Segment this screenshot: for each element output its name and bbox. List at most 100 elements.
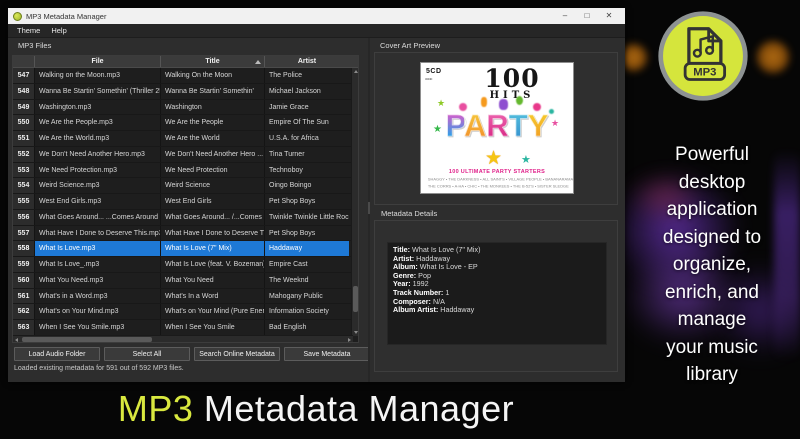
cell-num: 553	[13, 163, 35, 178]
cell-artist: Bad English	[265, 320, 349, 335]
cell-file: What Have I Done to Deserve This.mp3	[35, 226, 161, 241]
button-search-online-metadata[interactable]: Search Online Metadata	[194, 347, 280, 361]
table-row[interactable]: 560What You Need.mp3What You NeedThe Wee…	[13, 273, 358, 289]
minimize-button[interactable]: –	[554, 8, 576, 24]
maximize-button[interactable]: □	[576, 8, 598, 24]
table-row[interactable]: 547Walking on the Moon.mp3Walking On the…	[13, 68, 358, 84]
table-row[interactable]: 551We Are the World.mp3We Are the WorldU…	[13, 131, 358, 147]
cell-num: 556	[13, 210, 35, 225]
cell-file: West End Girls.mp3	[35, 194, 161, 209]
header-title[interactable]: Title	[161, 56, 265, 67]
pane-splitter[interactable]	[368, 38, 370, 382]
star-icon: ★	[437, 99, 445, 108]
cell-artist: Haddaway	[265, 241, 349, 256]
table-row[interactable]: 557What Have I Done to Deserve This.mp3W…	[13, 226, 358, 242]
cell-artist: Mahogany Public	[265, 289, 349, 304]
cell-file: What's in a Word.mp3	[35, 289, 161, 304]
cover-art-panel: 5CD oooo 100 HITS PARTY ★ ★ ★ ★ ★ 100 UL…	[374, 52, 618, 205]
table-row[interactable]: 554Weird Science.mp3Weird ScienceOingo B…	[13, 178, 358, 194]
cell-num: 547	[13, 68, 35, 83]
cell-title: What Goes Around... /...Comes ...	[161, 210, 265, 225]
cell-title: Wanna Be Startin' Somethin'	[161, 84, 265, 99]
scroll-up-icon[interactable]	[354, 70, 358, 73]
titlebar: MP3 Metadata Manager – □ ✕	[8, 8, 625, 24]
table-row[interactable]: 549Washington.mp3WashingtonJamie Grace	[13, 100, 358, 116]
button-row: Load Audio Folder Select All Search Online…	[14, 347, 370, 361]
svg-text:MP3: MP3	[693, 67, 716, 79]
cell-artist: Oingo Boingo	[265, 178, 349, 193]
table-row[interactable]: 561What's in a Word.mp3What's In a WordM…	[13, 289, 358, 305]
cell-title: What You Need	[161, 273, 265, 288]
table-header: File Title Artist	[13, 56, 358, 68]
menubar: Theme Help	[8, 24, 625, 38]
table-row[interactable]: 563When I See You Smile.mp3When I See Yo…	[13, 320, 358, 336]
table-row[interactable]: 552We Don't Need Another Hero.mp3We Don'…	[13, 147, 358, 163]
cell-file: We Are the World.mp3	[35, 131, 161, 146]
banner-tagline: Powerful desktop application designed to…	[636, 141, 788, 389]
sort-ascending-icon	[255, 60, 261, 64]
header-file[interactable]: File	[35, 56, 161, 67]
cell-artist: Jamie Grace	[265, 100, 349, 115]
button-select-all[interactable]: Select All	[104, 347, 190, 361]
cell-num: 555	[13, 194, 35, 209]
cell-title: We Are the People	[161, 115, 265, 130]
horizontal-scrollbar-thumb[interactable]	[22, 337, 152, 342]
table-row[interactable]: 562What's on Your Mind.mp3What's on Your…	[13, 304, 358, 320]
footer-title: MP3 Metadata Manager	[0, 388, 632, 430]
splitter-handle-icon	[368, 202, 370, 214]
cell-title: Weird Science	[161, 178, 265, 193]
metadata-panel: Title: What Is Love (7" Mix)Artist: Hadd…	[374, 220, 618, 372]
cell-file: Walking on the Moon.mp3	[35, 68, 161, 83]
table-row[interactable]: 558What Is Love.mp3What Is Love (7" Mix)…	[13, 241, 358, 257]
cell-num: 557	[13, 226, 35, 241]
table-row[interactable]: 548Wanna Be Startin' Somethin' (Thriller…	[13, 84, 358, 100]
mp3-badge-icon: MP3	[656, 9, 750, 103]
menu-item-help[interactable]: Help	[51, 26, 66, 35]
cell-num: 560	[13, 273, 35, 288]
table-row[interactable]: 553We Need Protection.mp3We Need Protect…	[13, 163, 358, 179]
star-icon: ★	[521, 155, 531, 166]
cell-num: 549	[13, 100, 35, 115]
album-art-disc-icons: oooo	[425, 76, 432, 81]
paint-splash-decoration	[516, 96, 523, 105]
cell-title: West End Girls	[161, 194, 265, 209]
vertical-scrollbar[interactable]	[351, 68, 358, 336]
cell-file: Washington.mp3	[35, 100, 161, 115]
table-row[interactable]: 550We Are the People.mp3We Are the Peopl…	[13, 115, 358, 131]
status-text: Loaded existing metadata for 591 out of …	[14, 365, 184, 372]
cell-title: We Are the World	[161, 131, 265, 146]
button-load-audio-folder[interactable]: Load Audio Folder	[14, 347, 100, 361]
close-button[interactable]: ✕	[598, 8, 620, 24]
header-row-number[interactable]	[13, 56, 35, 67]
cell-artist: Pet Shop Boys	[265, 194, 349, 209]
cell-title: What Is Love (feat. V. Bozeman)	[161, 257, 265, 272]
star-icon: ★	[433, 125, 442, 135]
files-panel-label: MP3 Files	[18, 41, 51, 50]
cell-num: 551	[13, 131, 35, 146]
window-title: MP3 Metadata Manager	[26, 12, 106, 21]
metadata-fields: Title: What Is Love (7" Mix)Artist: Hadd…	[387, 242, 607, 345]
cell-file: Weird Science.mp3	[35, 178, 161, 193]
header-artist[interactable]: Artist	[265, 56, 349, 67]
cell-artist: U.S.A. for Africa	[265, 131, 349, 146]
vertical-scrollbar-thumb[interactable]	[353, 286, 358, 312]
horizontal-scrollbar[interactable]	[13, 335, 353, 342]
button-save-metadata[interactable]: Save Metadata	[284, 347, 370, 361]
scroll-down-icon[interactable]	[354, 331, 358, 334]
orange-bokeh-light	[757, 41, 789, 73]
cell-title: What Is Love (7" Mix)	[161, 241, 265, 256]
scroll-left-icon[interactable]	[15, 338, 18, 342]
album-art-title-100: 100	[451, 64, 573, 93]
star-icon: ★	[551, 119, 559, 128]
cell-artist: Technoboy	[265, 163, 349, 178]
scroll-right-icon[interactable]	[348, 338, 351, 342]
star-icon: ★	[485, 149, 502, 168]
table-row[interactable]: 556What Goes Around... ...Comes Around .…	[13, 210, 358, 226]
cell-num: 550	[13, 115, 35, 130]
table-row[interactable]: 555West End Girls.mp3West End GirlsPet S…	[13, 194, 358, 210]
menu-item-theme[interactable]: Theme	[17, 26, 40, 35]
table-row[interactable]: 559What Is Love_.mp3What Is Love (feat. …	[13, 257, 358, 273]
album-art-disc-badge: 5CD	[426, 68, 442, 75]
cell-artist: Empire Cast	[265, 257, 349, 272]
cell-title: We Need Protection	[161, 163, 265, 178]
